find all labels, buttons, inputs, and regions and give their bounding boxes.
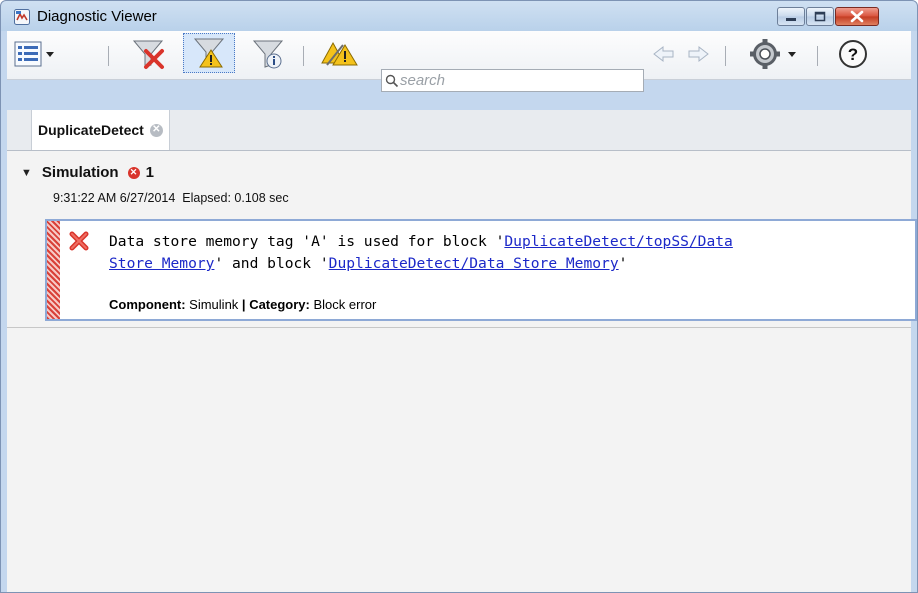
previous-button[interactable] — [651, 39, 677, 69]
message-text-part: Data store memory tag 'A' is used for bl… — [109, 233, 505, 250]
simulation-group-header[interactable]: ▼ Simulation ✕ 1 — [21, 164, 154, 181]
category-value: Block error — [313, 297, 377, 312]
toolbar-separator — [817, 46, 818, 66]
minimize-icon — [786, 18, 796, 21]
arrow-right-icon — [688, 45, 709, 63]
maximize-button[interactable] — [806, 7, 834, 26]
arrow-left-icon — [653, 45, 674, 63]
gear-icon — [750, 39, 796, 69]
error-count: 1 — [145, 164, 154, 181]
close-icon — [850, 10, 864, 23]
diagnostic-message[interactable]: Data store memory tag 'A' is used for bl… — [45, 219, 917, 321]
search-icon — [385, 74, 399, 88]
message-text-part: ' — [618, 255, 628, 272]
filter-errors-button[interactable] — [129, 39, 167, 69]
suppress-warnings-icon — [321, 41, 358, 66]
component-category-line: Component: Simulink | Category: Block er… — [109, 297, 376, 312]
message-text-part: ' and block ' — [214, 255, 329, 272]
block-link-continued[interactable]: Store Memory — [109, 255, 214, 272]
toolbar-separator — [303, 46, 304, 66]
message-text: Data store memory tag 'A' is used for bl… — [109, 231, 917, 275]
settings-button[interactable] — [747, 39, 803, 69]
block-link[interactable]: DuplicateDetect/Data Store Memory — [329, 255, 619, 272]
simulation-timestamp: 9:31:22 AM 6/27/2014 — [53, 191, 176, 205]
simulation-meta: 9:31:22 AM 6/27/2014 Elapsed: 0.108 sec — [53, 191, 289, 205]
maximize-icon — [814, 11, 826, 22]
error-x-icon — [69, 231, 89, 251]
simulation-label: Simulation — [41, 164, 119, 181]
help-icon: ? — [839, 40, 867, 68]
title-bar[interactable]: Diagnostic Viewer — [1, 1, 917, 31]
minimize-button[interactable] — [777, 7, 805, 26]
error-badge-icon: ✕ — [127, 166, 140, 179]
next-button[interactable] — [685, 39, 711, 69]
block-link[interactable]: DuplicateDetect/topSS/Data — [504, 233, 732, 250]
filter-errors-icon — [132, 40, 164, 69]
filter-warnings-button[interactable] — [183, 33, 235, 73]
view-menu-button[interactable] — [13, 39, 57, 69]
filter-info-icon — [252, 40, 284, 69]
search-input[interactable] — [400, 70, 640, 91]
error-stripe — [47, 221, 60, 319]
collapse-triangle-icon[interactable]: ▼ — [21, 167, 32, 179]
search-box[interactable] — [381, 69, 644, 92]
diagnostics-content: ▼ Simulation ✕ 1 9:31:22 AM 6/27/2014 El… — [7, 151, 917, 592]
tab-duplicatedetect[interactable]: DuplicateDetect ✕ — [31, 110, 170, 150]
help-button[interactable]: ? — [835, 39, 871, 69]
suppress-warnings-button[interactable] — [321, 39, 365, 69]
window-title: Diagnostic Viewer — [37, 8, 157, 25]
tab-close-icon[interactable]: ✕ — [149, 123, 163, 137]
filter-warnings-icon — [193, 38, 225, 68]
close-window-button[interactable] — [835, 7, 879, 26]
separator: | — [241, 297, 246, 312]
tab-label: DuplicateDetect — [38, 122, 144, 138]
tab-strip: DuplicateDetect ✕ — [7, 110, 911, 151]
component-label: Component: — [109, 297, 186, 312]
component-value: Simulink — [189, 297, 239, 312]
content-divider — [7, 327, 911, 328]
list-view-icon — [14, 41, 54, 67]
svg-text:?: ? — [848, 45, 858, 64]
toolbar-separator — [108, 46, 109, 66]
diagnostic-viewer-window: Diagnostic Viewer ? search DuplicateDete… — [0, 0, 918, 593]
simulation-elapsed: Elapsed: 0.108 sec — [182, 191, 289, 205]
category-label: Category: — [249, 297, 310, 312]
simulink-app-icon — [14, 9, 30, 25]
toolbar-separator — [725, 46, 726, 66]
filter-info-button[interactable] — [249, 39, 287, 69]
